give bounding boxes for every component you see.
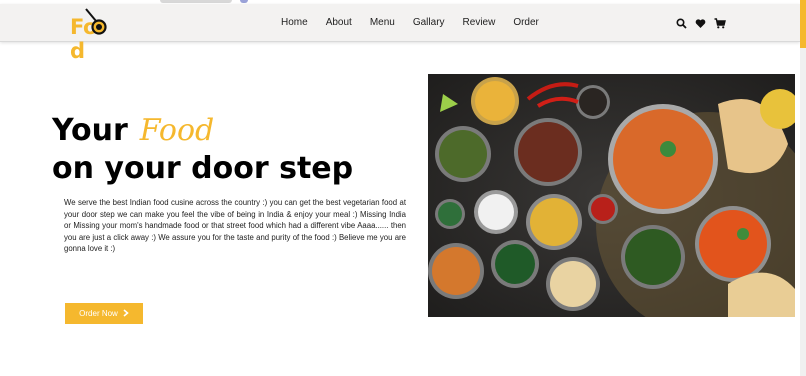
nav-gallary[interactable]: Gallary <box>413 17 445 28</box>
header-icons <box>676 16 726 29</box>
brand-logo[interactable]: Fod <box>70 7 130 63</box>
page-scrollbar[interactable] <box>800 0 806 376</box>
scrollbar-thumb[interactable] <box>800 0 806 48</box>
nav-menu[interactable]: Menu <box>370 17 395 28</box>
order-now-button[interactable]: Order Now <box>65 303 143 324</box>
main-nav: Home About Menu Gallary Review Order <box>281 17 557 28</box>
hero-title-accent: Food <box>139 113 215 148</box>
heart-icon[interactable] <box>695 16 706 28</box>
site-header: Fod Home About Menu Gallary Review Order <box>0 4 800 63</box>
order-now-label: Order Now <box>79 309 118 318</box>
nav-home[interactable]: Home <box>281 17 308 28</box>
pan-icon <box>85 8 107 35</box>
nav-order[interactable]: Order <box>513 17 539 28</box>
search-icon[interactable] <box>676 16 687 29</box>
nav-about[interactable]: About <box>326 17 352 28</box>
hero-title: Your Food on your door step <box>52 113 354 186</box>
chevron-right-icon <box>123 308 129 319</box>
cart-icon[interactable] <box>714 16 726 29</box>
nav-review[interactable]: Review <box>463 17 496 28</box>
hero-description: We serve the best Indian food cusine acr… <box>64 198 406 254</box>
hero-food-image <box>428 74 795 317</box>
